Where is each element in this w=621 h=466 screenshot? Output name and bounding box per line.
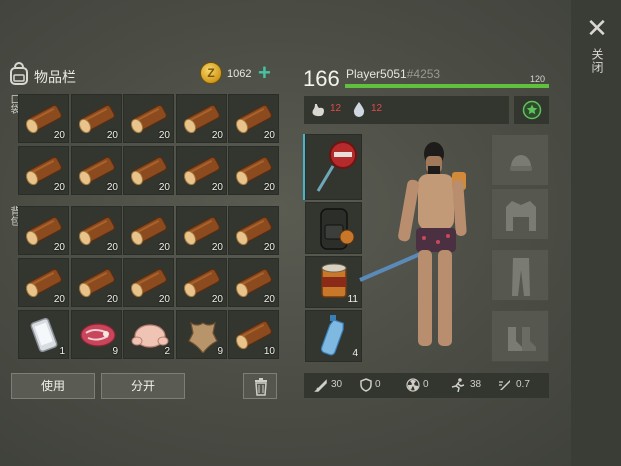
backpack-slot[interactable]: 20 (18, 206, 69, 255)
slot-qty: 20 (263, 182, 275, 193)
hunger-value: 12 (330, 103, 342, 114)
coin-count: 1062 (227, 68, 252, 80)
coin-icon: Z (200, 62, 222, 84)
radiation-icon (406, 378, 420, 392)
add-coins-button[interactable]: + (258, 62, 271, 84)
star-badge-icon (522, 100, 542, 120)
backpack-slot[interactable]: 9 (176, 310, 227, 359)
slot-qty: 20 (211, 182, 223, 193)
use-button[interactable]: 使用 (11, 373, 95, 399)
inventory-header: 物品栏 Z 1062 + (8, 62, 278, 88)
backpack-slot[interactable]: 20 (71, 258, 122, 307)
pants-icon (512, 258, 530, 296)
slot-qty: 2 (164, 346, 170, 357)
slot-qty: 1 (59, 346, 65, 357)
close-label[interactable]: 关闭 (588, 48, 606, 74)
pocket-slot[interactable]: 20 (71, 94, 122, 143)
stat-attack: 30 (331, 379, 343, 390)
slot-qty: 20 (53, 242, 65, 253)
slot-qty: 20 (106, 294, 118, 305)
hat-slot[interactable] (491, 134, 549, 186)
split-button[interactable]: 分开 (101, 373, 185, 399)
player-name: Player5051#4253 (346, 67, 440, 81)
player-name-text: Player5051 (346, 67, 407, 81)
player-level: 166 (303, 66, 340, 91)
slot-qty: 20 (53, 294, 65, 305)
slot-qty: 20 (211, 242, 223, 253)
player-tag: #4253 (406, 67, 441, 81)
stat-attack-speed: 0.7 (516, 379, 530, 390)
slot-qty: 20 (106, 242, 118, 253)
xp-bar (345, 84, 549, 88)
slot-qty: 20 (158, 130, 170, 141)
stat-radiation: 0 (423, 379, 429, 390)
backpack-slot[interactable]: 20 (176, 258, 227, 307)
close-icon[interactable]: ✕ (585, 15, 609, 41)
thirst-value: 12 (371, 103, 383, 114)
slot-qty: 20 (263, 294, 275, 305)
pocket-slot[interactable]: 20 (176, 146, 227, 195)
jacket-icon (506, 201, 536, 231)
water-drop-icon (353, 102, 365, 117)
stat-speed: 38 (470, 379, 482, 390)
slot-qty: 10 (263, 346, 275, 357)
slot-qty: 20 (53, 182, 65, 193)
slot-qty: 20 (158, 242, 170, 253)
slot-qty: 20 (158, 182, 170, 193)
boots-slot[interactable] (491, 310, 549, 362)
pocket-slot[interactable]: 20 (123, 146, 174, 195)
backpack-slot[interactable]: 10 (228, 310, 279, 359)
hat-icon (510, 155, 532, 171)
backpack-slot[interactable]: 20 (176, 206, 227, 255)
slot-qty: 20 (106, 130, 118, 141)
pants-slot[interactable] (491, 249, 549, 301)
buff-button[interactable] (514, 96, 549, 124)
slot-qty: 20 (106, 182, 118, 193)
slot-qty: 20 (53, 130, 65, 141)
backpack-icon (8, 62, 30, 86)
boots-icon (508, 327, 536, 351)
pocket-slot[interactable]: 20 (18, 146, 69, 195)
running-icon (451, 378, 465, 392)
trash-button[interactable] (243, 373, 277, 399)
backpack-slot[interactable]: 20 (123, 206, 174, 255)
pocket-slot[interactable]: 20 (18, 94, 69, 143)
pocket-slot[interactable]: 20 (123, 94, 174, 143)
slot-qty: 20 (263, 130, 275, 141)
pocket-slot[interactable]: 20 (71, 146, 122, 195)
status-bar: 12 12 (304, 96, 509, 124)
pocket-slot[interactable]: 20 (228, 146, 279, 195)
backpack-slot[interactable]: 20 (228, 206, 279, 255)
attack-speed-icon (499, 380, 510, 390)
stat-defense: 0 (375, 379, 381, 390)
stats-bar: 30 0 0 38 0.7 (304, 373, 549, 398)
xp-value: 120 (530, 74, 546, 84)
slot-qty: 9 (217, 346, 223, 357)
inventory-title: 物品栏 (34, 69, 76, 85)
jacket-slot[interactable] (491, 188, 549, 240)
player-character (359, 142, 467, 346)
shield-icon (360, 378, 372, 392)
backpack-slot[interactable]: 20 (71, 206, 122, 255)
backpack-slot[interactable]: 20 (18, 258, 69, 307)
pocket-slot[interactable]: 20 (228, 94, 279, 143)
xp-bar-fill (345, 84, 549, 88)
stomach-icon (312, 104, 324, 117)
pocket-slot[interactable]: 20 (176, 94, 227, 143)
slot-qty: 20 (211, 294, 223, 305)
backpack-slot[interactable]: 1 (18, 310, 69, 359)
slot-qty: 20 (211, 130, 223, 141)
backpack-slot[interactable]: 20 (228, 258, 279, 307)
backpack-slot[interactable]: 9 (71, 310, 122, 359)
backpack-slot[interactable]: 2 (123, 310, 174, 359)
slot-qty: 9 (112, 346, 118, 357)
sword-icon (314, 379, 327, 392)
slot-qty: 20 (158, 294, 170, 305)
slot-qty: 20 (263, 242, 275, 253)
trash-icon (255, 378, 267, 396)
backpack-slot[interactable]: 20 (123, 258, 174, 307)
